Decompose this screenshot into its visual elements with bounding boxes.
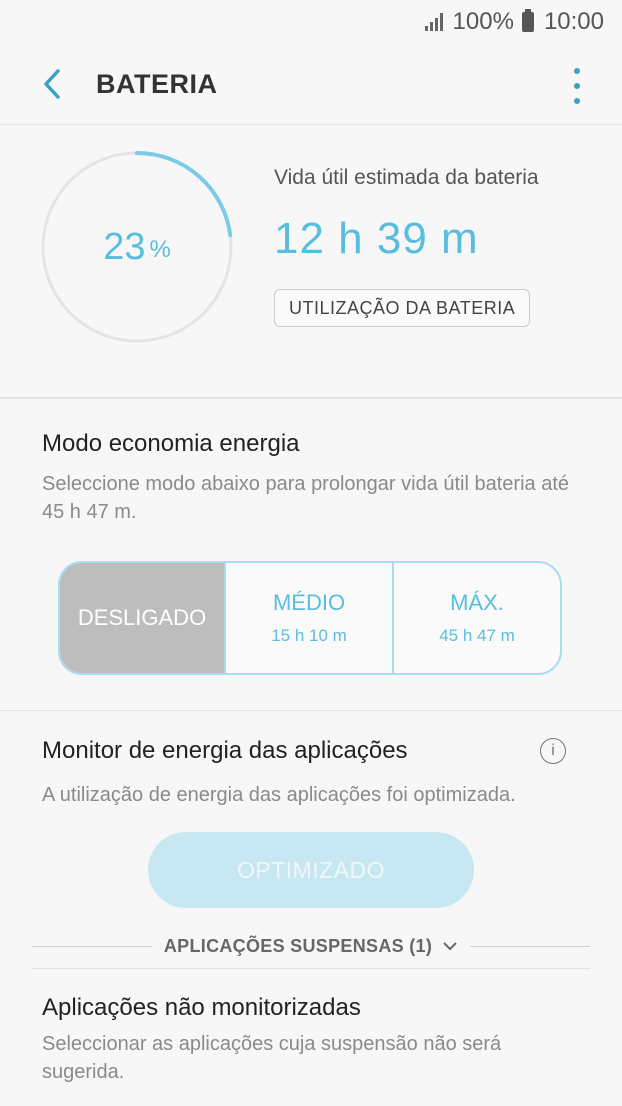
mode-duration: 45 h 47 m: [439, 626, 515, 645]
divider: [0, 710, 622, 711]
divider: [0, 124, 622, 125]
suspended-apps-toggle[interactable]: APLICAÇÕES SUSPENSAS (1): [32, 930, 590, 962]
divider: [470, 945, 590, 947]
power-mode-selector: DESLIGADO MÉDIO 15 h 10 m MÁX. 45 h 47 m: [58, 561, 562, 675]
battery-usage-button[interactable]: UTILIZAÇÃO DA BATERIA: [274, 289, 531, 327]
power-saving-title: Modo economia energia: [42, 430, 300, 457]
divider: [32, 968, 590, 969]
signal-icon: [424, 13, 443, 31]
clock: 10:00: [543, 8, 604, 35]
unmonitored-apps-title[interactable]: Aplicações não monitorizadas: [42, 994, 361, 1022]
estimated-life-time: 12 h 39 m: [274, 214, 479, 263]
optimized-button[interactable]: OPTIMIZADO: [148, 832, 474, 908]
mode-duration: 15 h 10 m: [271, 626, 347, 645]
mode-label: MÁX.: [450, 590, 504, 615]
more-options-icon[interactable]: [572, 68, 582, 104]
mode-label: DESLIGADO: [77, 605, 207, 630]
divider: [32, 945, 152, 947]
battery-percent: 100%: [452, 8, 514, 35]
mode-off-button[interactable]: DESLIGADO: [60, 563, 224, 673]
suspended-apps-label: APLICAÇÕES SUSPENSAS (1): [163, 935, 433, 956]
page-title: BATERIA: [96, 68, 218, 99]
power-saving-description: Seleccione modo abaixo para prolongar vi…: [42, 473, 570, 523]
battery-percentage-unit: %: [149, 236, 171, 263]
estimated-life-label: Vida útil estimada da bateria: [274, 166, 539, 189]
back-arrow-icon[interactable]: [22, 54, 82, 114]
app-bar: BATERIA: [0, 44, 622, 124]
battery-icon: [521, 9, 534, 32]
divider: [0, 397, 622, 399]
app-monitor-title: Monitor de energia das aplicações: [42, 737, 408, 764]
battery-percentage-value: 23: [103, 225, 146, 268]
unmonitored-apps-description: Seleccionar as aplicações cuja suspensão…: [42, 1033, 502, 1083]
info-icon[interactable]: i: [540, 738, 566, 764]
app-monitor-description: A utilização de energia das aplicações f…: [42, 784, 516, 806]
chevron-down-icon: [443, 942, 457, 951]
battery-percentage: 23 %: [40, 150, 234, 344]
mode-medium-button[interactable]: MÉDIO 15 h 10 m: [224, 563, 392, 673]
mode-label: MÉDIO: [272, 590, 346, 615]
status-bar: 100% 10:00: [0, 0, 622, 44]
mode-max-button[interactable]: MÁX. 45 h 47 m: [392, 563, 560, 673]
